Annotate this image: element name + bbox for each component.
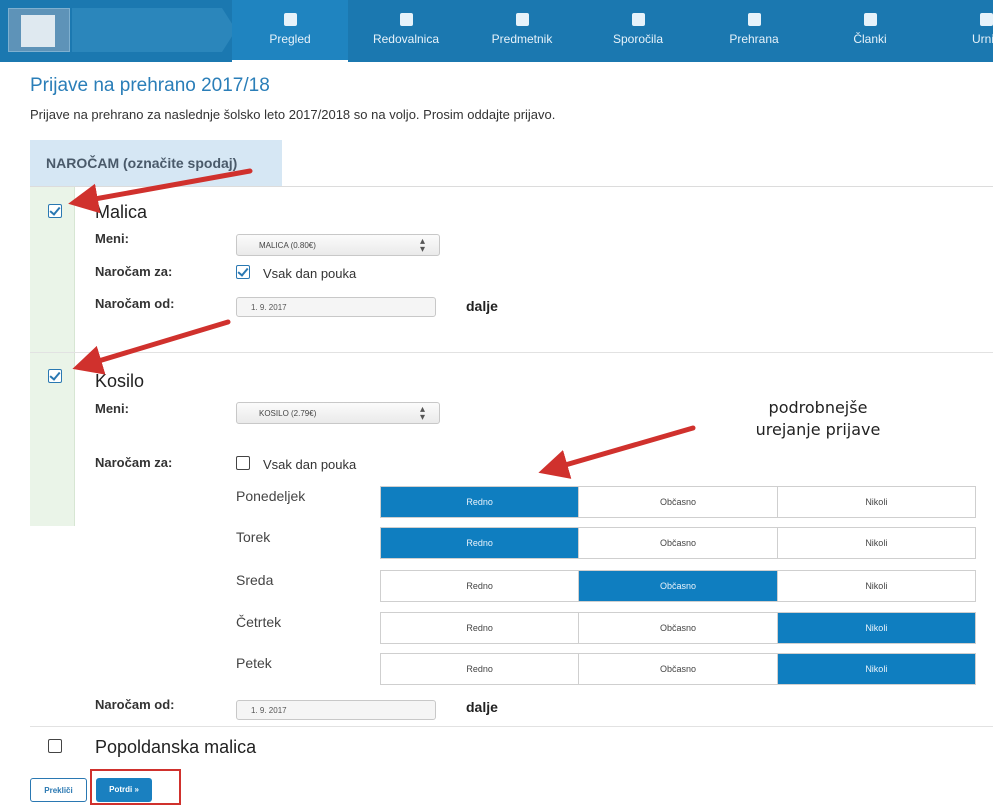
day-option-group: Redno Občasno Nikoli [380,653,976,685]
kosilo-meni-label: Meni: [95,401,129,416]
nav-item-prehrana[interactable]: Prehrana [696,0,812,62]
kosilo-narocam-od-label: Naročam od: [95,697,175,712]
malica-narocam-za-label: Naročam za: [95,264,173,279]
nav-item-label: Prehrana [729,32,779,46]
malica-meni-value: MALICA (0.80€) [259,241,316,250]
option-redno-button[interactable]: Redno [381,487,580,517]
top-navigation-bar: Pregled Redovalnica Predmetnik Sporočila Pre… [0,0,993,62]
day-option-group: Redno Občasno Nikoli [380,570,976,602]
arrow-to-kosilo-checkbox [72,319,231,375]
nav-item-redovalnica[interactable]: Redovalnica [348,0,464,62]
option-obcasno-button[interactable]: Občasno [579,654,778,684]
arrow-to-day-schedule [538,425,696,479]
section-divider [30,726,993,727]
malica-title: Malica [95,202,148,222]
user-icon [21,15,55,47]
kosilo-meni-value: KOSILO (2.79€) [259,409,317,418]
option-nikoli-button[interactable]: Nikoli [777,571,975,601]
plus-square-icon [399,13,413,26]
option-nikoli-button[interactable]: Nikoli [777,654,975,684]
select-arrows-icon: ▴ ▾ [419,236,425,255]
day-label: Sreda [236,572,274,588]
malica-date-input[interactable]: 1. 9. 2017 [236,297,436,317]
annotation-line-2: urejanje prijave [755,420,881,439]
nav-item--lanki[interactable]: Članki [812,0,928,62]
chat-bubble-icon [631,13,645,26]
option-redno-button[interactable]: Redno [381,528,580,558]
day-option-group: Redno Občasno Nikoli [380,612,976,644]
select-arrows-icon: ▴ ▾ [419,404,425,423]
user-avatar[interactable] [8,8,70,52]
nav-item-label: Redovalnica [372,32,440,46]
day-label: Petek [236,655,272,671]
annotation-line-1: podrobnejše [768,398,868,417]
malica-checkbox[interactable] [48,204,62,218]
page-description: Prijave na prehrano za naslednje šolsko … [30,107,556,122]
nav-item-pregled[interactable]: Pregled [232,0,348,62]
option-nikoli-button[interactable]: Nikoli [777,487,975,517]
day-label: Torek [236,529,271,545]
kosilo-date-input[interactable]: 1. 9. 2017 [236,700,436,720]
malica-meni-select[interactable]: MALICA (0.80€) ▴ ▾ [236,234,440,256]
nav-item-label: Sporočila [612,32,664,46]
option-obcasno-button[interactable]: Občasno [579,613,778,643]
malica-vsak-dan-checkbox[interactable] [236,265,250,279]
kosilo-vsak-dan-label: Vsak dan pouka [263,457,357,472]
nav-item-predmetnik[interactable]: Predmetnik [464,0,580,62]
day-label: Ponedeljek [236,488,306,504]
confirm-highlight-box [90,769,181,805]
malica-vsak-dan-label: Vsak dan pouka [263,266,357,281]
day-option-group: Redno Občasno Nikoli [380,527,976,559]
kosilo-vsak-dan-checkbox[interactable] [236,456,250,470]
day-option-group: Redno Občasno Nikoli [380,486,976,518]
cancel-button[interactable]: Prekliči [30,778,87,802]
annotation-text: podrobnejše urejanje prijave [718,397,918,441]
option-redno-button[interactable]: Redno [381,571,580,601]
breadcrumb [72,8,222,52]
kosilo-title: Kosilo [95,371,145,391]
section-divider [30,352,993,353]
page-title: Prijave na prehrano 2017/18 [30,75,270,96]
nav-item-label: Članki [853,32,887,46]
plus-square-icon [515,13,529,26]
option-redno-button[interactable]: Redno [381,654,580,684]
kosilo-dalje-label: dalje [466,699,498,715]
option-redno-button[interactable]: Redno [381,613,580,643]
option-obcasno-button[interactable]: Občasno [579,571,778,601]
nav-item-label: Urnik [971,32,993,46]
malica-dalje-label: dalje [466,298,498,314]
cutlery-icon [747,13,761,26]
kosilo-checkbox[interactable] [48,369,62,383]
tab-narocam[interactable]: NAROČAM (označite spodaj) [30,140,282,186]
nav-item-label: Predmetnik [491,32,553,46]
option-nikoli-button[interactable]: Nikoli [777,613,975,643]
option-obcasno-button[interactable]: Občasno [579,528,778,558]
day-label: Četrtek [236,614,282,630]
calendar-icon [979,13,993,26]
main-nav: Pregled Redovalnica Predmetnik Sporočila Pre… [232,0,993,62]
popoldanska-title: Popoldanska malica [95,737,257,757]
tab-divider [30,186,993,187]
kosilo-meni-select[interactable]: KOSILO (2.79€) ▴ ▾ [236,402,440,424]
box-icon [283,13,297,26]
plus-square-icon [863,13,877,26]
option-obcasno-button[interactable]: Občasno [579,487,778,517]
popoldanska-checkbox[interactable] [48,739,62,753]
nav-item-urnik[interactable]: Urnik [928,0,993,62]
nav-item-label: Pregled [269,32,311,46]
option-nikoli-button[interactable]: Nikoli [777,528,975,558]
malica-narocam-od-label: Naročam od: [95,296,175,311]
nav-item-sporo-ila[interactable]: Sporočila [580,0,696,62]
kosilo-narocam-za-label: Naročam za: [95,455,173,470]
malica-meni-label: Meni: [95,231,129,246]
checkbox-column [30,187,75,526]
